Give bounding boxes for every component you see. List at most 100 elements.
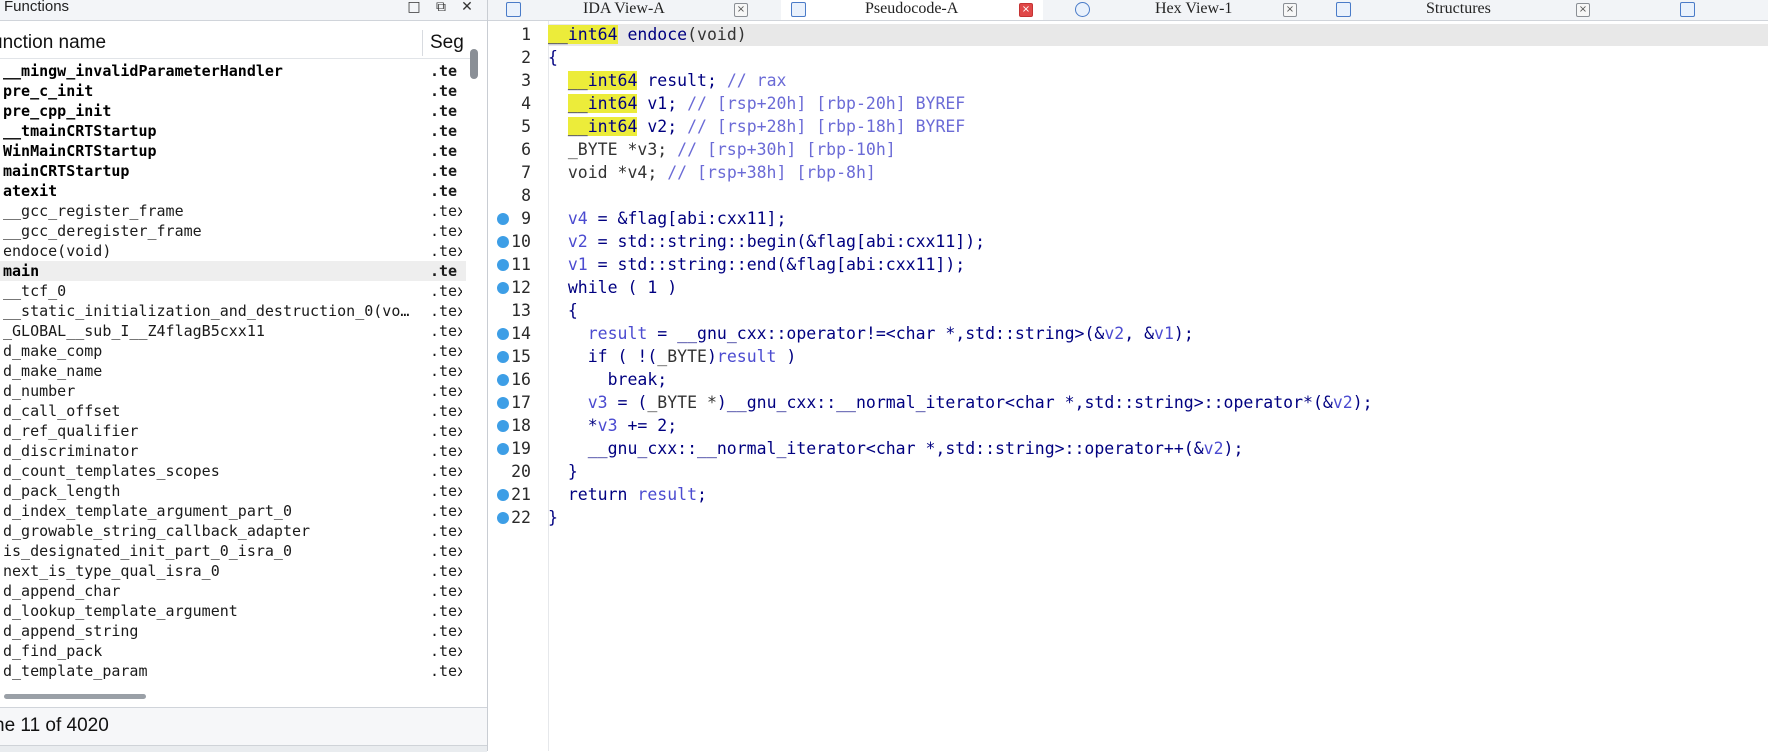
function-row[interactable]: d_lookup_template_argument .tex — [0, 601, 466, 621]
function-row[interactable]: d_append_string .tex — [0, 621, 466, 641]
code-line[interactable]: __int64 v2; // [rsp+28h] [rbp-18h] BYREF — [548, 117, 965, 137]
code-line[interactable]: v3 = (_BYTE *)__gnu_cxx::__normal_iterat… — [548, 393, 1373, 413]
function-row[interactable]: _GLOBAL__sub_I__Z4flagB5cxx11 .tex — [0, 321, 466, 341]
line-number: 9 — [521, 209, 531, 228]
breakpoint-dot-icon[interactable] — [497, 443, 509, 455]
code-line[interactable]: __int64 endoce(void) — [548, 25, 747, 45]
function-row[interactable]: is_designated_init_part_0_isra_0 .tex — [0, 541, 466, 561]
code-line[interactable]: { — [548, 48, 558, 68]
function-row[interactable]: __gcc_deregister_frame .tex — [0, 221, 466, 241]
code-token: // [rsp+28h] [rbp-18h] BYREF — [687, 117, 966, 136]
code-line[interactable]: } — [548, 462, 578, 482]
code-line[interactable]: v4 = &flag[abi:cxx11]; — [548, 209, 787, 229]
code-line[interactable]: _BYTE *v3; // [rsp+30h] [rbp-10h] — [548, 140, 896, 160]
code-line[interactable]: return result; — [548, 485, 707, 505]
tab-more[interactable] — [1680, 0, 1720, 20]
breakpoint-dot-icon[interactable] — [497, 420, 509, 432]
code-token: v1 — [567, 255, 588, 274]
function-row[interactable]: WinMainCRTStartup .te — [0, 141, 466, 161]
code-line[interactable]: } — [548, 508, 558, 528]
tab-ida-view-a[interactable]: IDA View-A × — [488, 0, 748, 20]
code-line[interactable]: break; — [548, 370, 668, 390]
tab-structures[interactable]: Structures × — [1336, 0, 1596, 20]
restore-icon[interactable]: ⧉ — [431, 0, 451, 18]
code-line[interactable]: { — [548, 301, 578, 321]
code-line[interactable]: __int64 result; // rax — [548, 71, 786, 91]
line-number: 12 — [511, 278, 531, 297]
breakpoint-dot-icon[interactable] — [497, 351, 509, 363]
breakpoint-dot-icon[interactable] — [497, 397, 509, 409]
function-name: pre_cpp_init — [3, 102, 112, 120]
code-line[interactable]: v2 = std::string::begin(&flag[abi:cxx11]… — [548, 232, 985, 252]
function-row[interactable]: endoce(void) .tex — [0, 241, 466, 261]
function-row[interactable]: atexit .te — [0, 181, 466, 201]
column-divider[interactable] — [422, 30, 423, 56]
function-row[interactable]: __static_initialization_and_destruction_… — [0, 301, 466, 321]
breakpoint-dot-icon[interactable] — [497, 512, 509, 524]
vertical-scrollbar[interactable] — [470, 49, 478, 79]
function-row[interactable]: pre_cpp_init .te — [0, 101, 466, 121]
code-line[interactable]: if ( !(_BYTE)result ) — [548, 347, 797, 367]
code-token: __int64 — [548, 25, 618, 44]
functions-list[interactable]: __mingw_invalidParameterHandler .te pre_c_… — [0, 61, 466, 681]
breakpoint-dot-icon[interactable] — [497, 374, 509, 386]
horizontal-scrollbar[interactable] — [4, 694, 146, 699]
function-row[interactable]: d_make_name .tex — [0, 361, 466, 381]
breakpoint-dot-icon[interactable] — [497, 282, 509, 294]
function-row[interactable]: d_make_comp .tex — [0, 341, 466, 361]
function-row[interactable]: d_call_offset .tex — [0, 401, 466, 421]
breakpoint-dot-icon[interactable] — [497, 213, 509, 225]
tab-label: Structures — [1426, 0, 1491, 17]
function-row[interactable]: d_discriminator .tex — [0, 441, 466, 461]
line-number: 18 — [511, 416, 531, 435]
tab-pseudocode-a[interactable]: Pseudocode-A × — [781, 0, 1043, 20]
function-row[interactable]: d_ref_qualifier .tex — [0, 421, 466, 441]
code-line[interactable]: v1 = std::string::end(&flag[abi:cxx11]); — [548, 255, 965, 275]
tab-label: Pseudocode-A — [865, 0, 959, 17]
function-row[interactable]: d_index_template_argument_part_0 .tex — [0, 501, 466, 521]
function-row[interactable]: d_template_param .tex — [0, 661, 466, 681]
function-segment: .tex — [430, 642, 462, 660]
close-tab-icon[interactable]: × — [1019, 3, 1033, 17]
close-tab-icon[interactable]: × — [1576, 3, 1590, 17]
close-icon[interactable]: ✕ — [457, 0, 477, 18]
function-name: __mingw_invalidParameterHandler — [3, 62, 283, 80]
code-line[interactable]: result = __gnu_cxx::operator!=<char *,st… — [548, 324, 1194, 344]
function-row[interactable]: d_pack_length .tex — [0, 481, 466, 501]
function-row[interactable]: __tmainCRTStartup .te — [0, 121, 466, 141]
code-token: ) — [776, 347, 797, 366]
code-line[interactable]: __int64 v1; // [rsp+20h] [rbp-20h] BYREF — [548, 94, 965, 114]
code-line[interactable]: void *v4; // [rsp+38h] [rbp-8h] — [548, 163, 876, 183]
function-row[interactable]: __mingw_invalidParameterHandler .te — [0, 61, 466, 81]
function-row[interactable]: main .te — [0, 261, 466, 281]
function-row[interactable]: pre_c_init .te — [0, 81, 466, 101]
code-token: = __gnu_cxx::operator!=<char *,std::stri… — [647, 324, 1105, 343]
code-line[interactable]: __gnu_cxx::__normal_iterator<char *,std:… — [548, 439, 1244, 459]
close-tab-icon[interactable]: × — [734, 3, 748, 17]
code-line[interactable]: *v3 += 2; — [548, 416, 677, 436]
function-row[interactable]: d_number .tex — [0, 381, 466, 401]
function-row[interactable]: mainCRTStartup .te — [0, 161, 466, 181]
code-token: __int64 — [567, 94, 638, 113]
breakpoint-dot-icon[interactable] — [497, 328, 509, 340]
function-row[interactable]: d_append_char .tex — [0, 581, 466, 601]
function-row[interactable]: next_is_type_qual_isra_0 .tex — [0, 561, 466, 581]
tab-hex-view-1[interactable]: Hex View-1 × — [1075, 0, 1335, 20]
breakpoint-dot-icon[interactable] — [497, 259, 509, 271]
function-row[interactable]: d_growable_string_callback_adapter .tex — [0, 521, 466, 541]
column-header-function-name[interactable]: unction name — [0, 32, 106, 54]
function-row[interactable]: __tcf_0 .tex — [0, 281, 466, 301]
maximize-icon[interactable]: □ — [404, 0, 424, 18]
line-number: 11 — [511, 255, 531, 274]
code-line[interactable]: while ( 1 ) — [548, 278, 677, 298]
function-row[interactable]: d_find_pack .tex — [0, 641, 466, 661]
column-header-segment[interactable]: Seg — [430, 32, 464, 54]
breakpoint-dot-icon[interactable] — [497, 489, 509, 501]
function-row[interactable]: d_count_templates_scopes .tex — [0, 461, 466, 481]
function-segment: .tex — [430, 662, 462, 680]
pseudocode-view[interactable]: 1 2 3 4 5 6 7 8 9 10 11 12 13 14 15 16 17 18 19 20 21 22 __in… — [488, 21, 1768, 751]
breakpoint-dot-icon[interactable] — [497, 236, 509, 248]
code-token: v2 — [567, 232, 588, 251]
function-row[interactable]: __gcc_register_frame .tex — [0, 201, 466, 221]
close-tab-icon[interactable]: × — [1283, 3, 1297, 17]
